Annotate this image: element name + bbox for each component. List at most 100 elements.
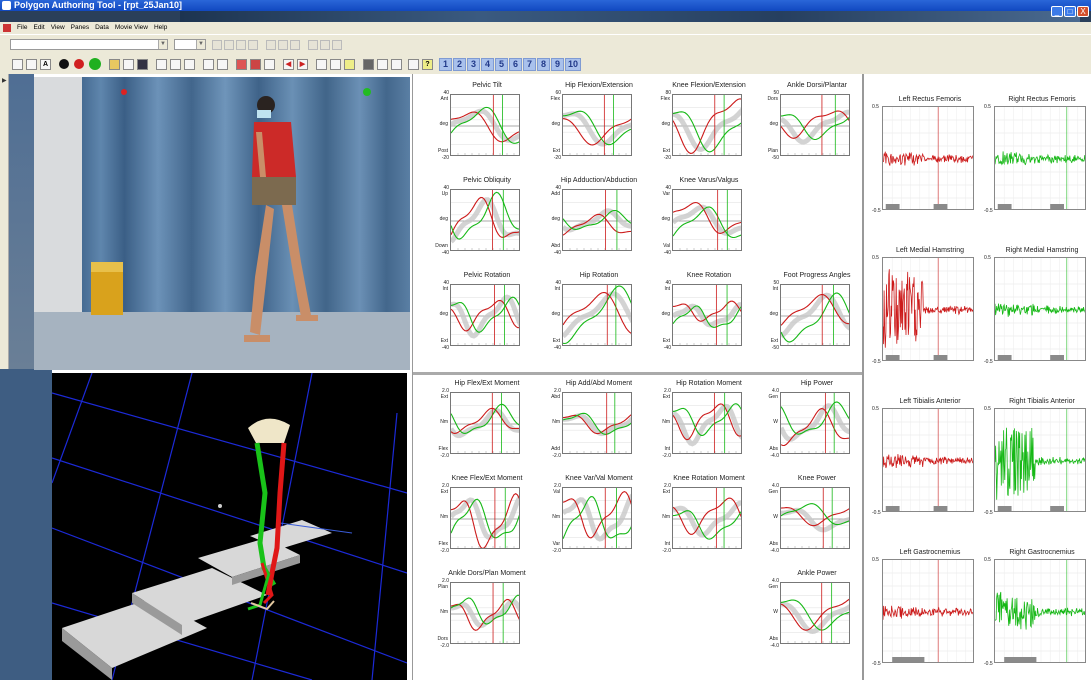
view-10-button[interactable]: 10 [565,57,581,71]
emg-left-gastrocnemius[interactable]: Left Gastrocnemius 0.5 -0.5 [872,545,976,669]
emg-right-gastrocnemius[interactable]: Right Gastrocnemius 0.5 -0.5 [984,545,1088,669]
record-icon[interactable] [59,59,69,69]
view-2-button[interactable]: 2 [453,57,466,71]
menu-file[interactable]: File [14,22,30,34]
open-icon[interactable] [26,58,37,70]
plot-area[interactable] [672,189,742,251]
emg-plot-area[interactable] [882,408,974,512]
paste-icon[interactable] [184,58,195,70]
view-4-button[interactable]: 4 [481,57,494,71]
window-icon[interactable] [408,58,419,70]
plot-hip-power[interactable]: Hip Power 4.0 -4.0 Gen W Abs [761,380,853,460]
view-3-button[interactable]: 3 [467,57,480,71]
emg-right-medial-hamstring[interactable]: Right Medial Hamstring 0.5 -0.5 [984,243,1088,367]
plot-ankle-dorsi-plantar[interactable]: Ankle Dorsi/Plantar 50 -50 Dors deg Plan [761,82,853,162]
bold-icon[interactable] [212,39,222,50]
plot-area[interactable] [780,284,850,346]
plot-area[interactable] [672,487,742,549]
indent-icon[interactable] [320,39,330,50]
menu-panes[interactable]: Panes [68,22,92,34]
plot-area[interactable] [562,392,632,454]
insert-icon[interactable] [264,58,275,70]
text-button[interactable]: A [40,58,51,70]
plot-hip-add-abd-moment[interactable]: Hip Add/Abd Moment 2.0 -2.0 Abd Nm Add [543,380,635,460]
link-icon[interactable] [316,58,327,70]
move-icon[interactable] [377,58,388,70]
copy-icon[interactable] [170,58,181,70]
plot-area[interactable] [780,582,850,644]
emg-plot-area[interactable] [994,559,1086,663]
view-6-button[interactable]: 6 [509,57,522,71]
forward-arrow-icon[interactable]: ▶ [297,58,308,70]
image-icon[interactable] [236,58,247,70]
emg-plot-area[interactable] [882,106,974,210]
emg-plot-area[interactable] [882,257,974,361]
plot-ankle-power[interactable]: Ankle Power 4.0 -4.0 Gen W Abs [761,570,853,650]
chart-icon[interactable] [123,58,134,70]
undo-icon[interactable] [203,58,214,70]
plot-area[interactable] [450,487,520,549]
menu-view[interactable]: View [48,22,68,34]
plot-hip-rotation-moment[interactable]: Hip Rotation Moment 2.0 -2.0 Ext Nm Int [653,380,745,460]
align-center-icon[interactable] [278,39,288,50]
plot-ankle-dors-plan-moment[interactable]: Ankle Dors/Plan Moment 2.0 -2.0 Plan Nm Dors [431,570,525,650]
emg-left-medial-hamstring[interactable]: Left Medial Hamstring 0.5 -0.5 [872,243,976,367]
plot-knee-rotation-moment[interactable]: Knee Rotation Moment 2.0 -2.0 Ext Nm Int [653,475,745,555]
plot-area[interactable] [672,94,742,156]
plot-area[interactable] [450,392,520,454]
pane-splitter[interactable] [413,372,862,375]
plot-hip-flexion-extension[interactable]: Hip Flexion/Extension 60 -20 Flex deg Ext [543,82,635,162]
plot-foot-progress-angles[interactable]: Foot Progress Angles 50 -50 Int deg Ext [761,272,853,352]
plot-area[interactable] [450,189,520,251]
emg-plot-area[interactable] [994,106,1086,210]
view-1-button[interactable]: 1 [439,57,452,71]
plot-area[interactable] [450,284,520,346]
plot-area[interactable] [780,94,850,156]
plot-pelvic-rotation[interactable]: Pelvic Rotation 40 -40 Int deg Ext [431,272,523,352]
plot-area[interactable] [780,487,850,549]
rotate-icon[interactable] [391,58,402,70]
emg-right-tibialis-anterior[interactable]: Right Tibialis Anterior 0.5 -0.5 [984,394,1088,518]
italic-icon[interactable] [224,39,234,50]
color-icon[interactable] [248,39,258,50]
bullets-icon[interactable] [308,39,318,50]
plot-pelvic-tilt[interactable]: Pelvic Tilt 40 -20 Ant deg Post [431,82,523,162]
help-icon[interactable]: ? [422,58,433,70]
plot-knee-rotation[interactable]: Knee Rotation 40 -40 Int deg Ext [653,272,745,352]
plot-hip-adduction-abduction[interactable]: Hip Adduction/Abduction 40 -40 Add deg Abd [543,177,637,257]
minimize-button[interactable]: _ [1051,6,1063,17]
maximize-button[interactable]: □ [1064,6,1076,17]
save-icon[interactable] [137,58,148,70]
plot-area[interactable] [672,284,742,346]
plot-knee-flex-ext-moment[interactable]: Knee Flex/Ext Moment 2.0 -2.0 Ext Nm Flex [431,475,523,555]
menu-edit[interactable]: Edit [30,22,47,34]
view-7-button[interactable]: 7 [523,57,536,71]
red-marker-icon[interactable] [74,59,84,69]
menu-help[interactable]: Help [151,22,170,34]
align-left-icon[interactable] [266,39,276,50]
plot-knee-power[interactable]: Knee Power 4.0 -4.0 Gen W Abs [761,475,853,555]
plot-knee-flexion-extension[interactable]: Knee Flexion/Extension 80 -20 Flex deg Ext [653,82,746,162]
align-right-icon[interactable] [290,39,300,50]
close-button[interactable]: X [1077,6,1089,17]
underline-icon[interactable] [236,39,246,50]
stop-icon[interactable] [363,58,374,70]
size-combo[interactable]: ▼ [174,39,206,50]
cut-icon[interactable] [156,58,167,70]
back-arrow-icon[interactable]: ◀ [283,58,294,70]
plot-area[interactable] [780,392,850,454]
new-icon[interactable] [12,58,23,70]
pointer-icon[interactable] [344,58,355,70]
plot-area[interactable] [672,392,742,454]
emg-right-rectus-femoris[interactable]: Right Rectus Femoris 0.5 -0.5 [984,92,1088,216]
emg-plot-area[interactable] [994,257,1086,361]
folder-icon[interactable] [109,58,120,70]
plot-area[interactable] [450,94,520,156]
redo-icon[interactable] [217,58,228,70]
plot-area[interactable] [450,582,520,644]
emg-left-tibialis-anterior[interactable]: Left Tibialis Anterior 0.5 -0.5 [872,394,976,518]
green-marker-icon[interactable] [89,58,101,70]
plot-area[interactable] [562,487,632,549]
plot-knee-varus-valgus[interactable]: Knee Varus/Valgus 40 -40 Var deg Val [653,177,745,257]
plot-hip-rotation[interactable]: Hip Rotation 40 -40 Int deg Ext [543,272,635,352]
